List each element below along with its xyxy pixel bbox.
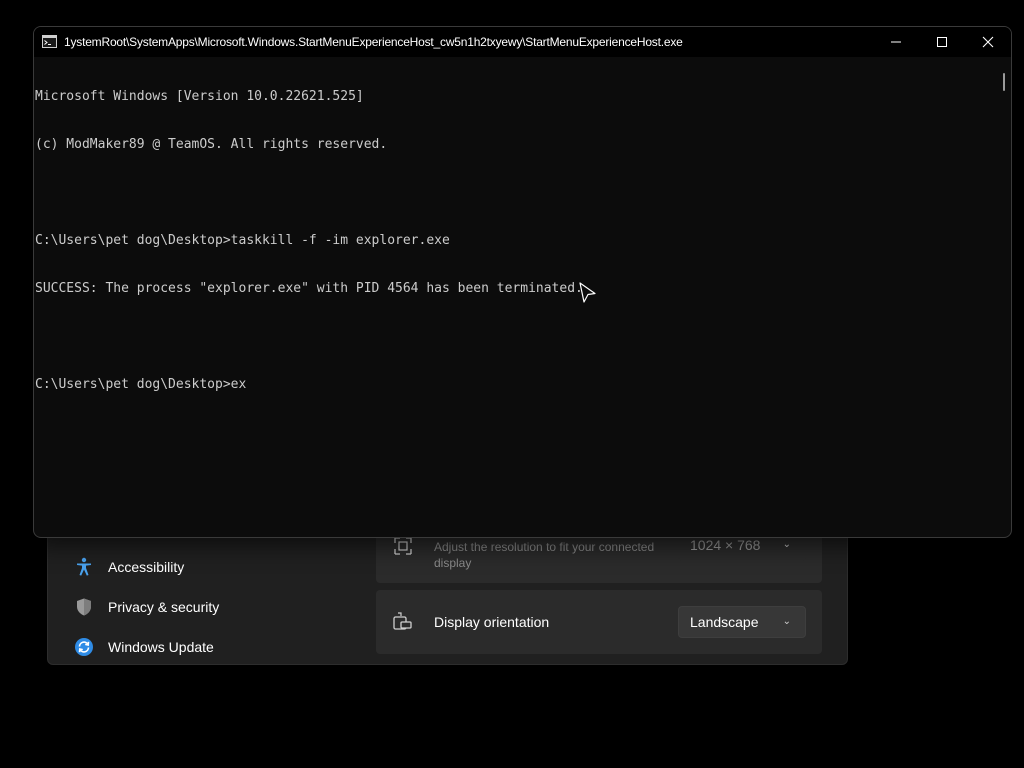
sidebar-item-label: Accessibility bbox=[108, 559, 185, 575]
maximize-icon bbox=[937, 37, 947, 47]
sidebar-item-accessibility[interactable]: Accessibility bbox=[72, 551, 184, 583]
orientation-label: Display orientation bbox=[434, 614, 550, 630]
mouse-cursor-icon bbox=[579, 282, 596, 303]
sidebar-item-label: Windows Update bbox=[108, 639, 214, 655]
console-line: Microsoft Windows [Version 10.0.22621.52… bbox=[35, 89, 364, 104]
minimize-button[interactable] bbox=[873, 27, 919, 57]
sidebar-item-windows-update[interactable]: Windows Update bbox=[72, 631, 214, 663]
minimize-icon bbox=[891, 41, 901, 43]
orientation-icon bbox=[393, 612, 412, 630]
maximize-button[interactable] bbox=[919, 27, 965, 57]
shield-icon bbox=[72, 595, 96, 619]
resolution-description: Adjust the resolution to fit your connec… bbox=[434, 540, 655, 570]
close-button[interactable] bbox=[965, 27, 1011, 57]
window-title: 1ystemRoot\SystemApps\Microsoft.Windows.… bbox=[64, 35, 683, 49]
resolution-value: 1024 × 768 bbox=[690, 537, 761, 553]
chevron-down-icon: ⌄ bbox=[782, 616, 791, 627]
console-window: 1ystemRoot\SystemApps\Microsoft.Windows.… bbox=[33, 26, 1012, 538]
command-prompt-line[interactable]: C:\Users\pet dog\Desktop>ex bbox=[34, 377, 995, 393]
display-orientation-card: Display orientation Landscape ⌄ bbox=[376, 590, 822, 654]
console-line: SUCCESS: The process "explorer.exe" with… bbox=[35, 281, 583, 296]
console-app-icon bbox=[42, 35, 57, 48]
console-output[interactable]: Microsoft Windows [Version 10.0.22621.52… bbox=[34, 57, 995, 537]
orientation-value: Landscape bbox=[690, 614, 759, 630]
chevron-down-icon: ⌄ bbox=[782, 539, 791, 550]
accessibility-icon bbox=[72, 555, 96, 579]
console-line: (c) ModMaker89 @ TeamOS. All rights rese… bbox=[35, 137, 388, 152]
close-icon bbox=[982, 36, 994, 48]
console-line: C:\Users\pet dog\Desktop>taskkill -f -im… bbox=[35, 233, 450, 248]
console-titlebar[interactable]: 1ystemRoot\SystemApps\Microsoft.Windows.… bbox=[34, 27, 1011, 57]
sidebar-item-label: Privacy & security bbox=[108, 599, 220, 615]
resolution-icon bbox=[394, 537, 412, 555]
console-scrollbar[interactable] bbox=[1003, 73, 1005, 91]
orientation-dropdown[interactable]: Landscape ⌄ bbox=[678, 606, 806, 638]
settings-window: Accessibility Privacy & security Windows… bbox=[47, 520, 848, 665]
sidebar-item-privacy-security[interactable]: Privacy & security bbox=[72, 591, 219, 623]
windows-update-icon bbox=[72, 635, 96, 659]
